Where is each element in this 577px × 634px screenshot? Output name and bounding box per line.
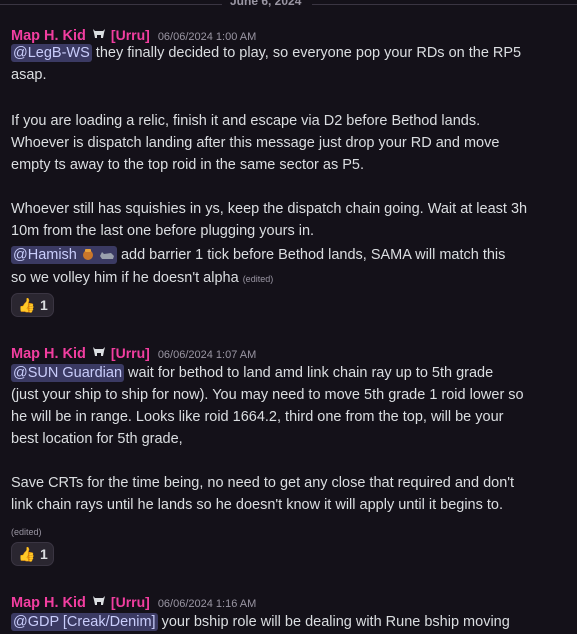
bull-icon	[91, 593, 107, 613]
message-line: (just your ship to ship for now). You ma…	[11, 387, 524, 403]
user-mention[interactable]: @Hamish	[11, 246, 117, 264]
edited-label: (edited)	[11, 527, 42, 537]
message-line: @LegB-WS they finally decided to play, s…	[11, 44, 522, 62]
reaction-thumbs-up[interactable]: 👍 1	[11, 542, 54, 566]
message-text: your bship role will be dealing with Run…	[157, 614, 510, 630]
honey-pot-icon	[81, 247, 95, 265]
bull-icon	[91, 344, 107, 364]
user-mention[interactable]: @GDP [Creak/Denim]	[11, 613, 158, 631]
timestamp: 06/06/2024 1:07 AM	[157, 349, 257, 361]
message-line: @GDP [Creak/Denim] your bship role will …	[11, 613, 510, 631]
thumbs-up-icon: 👍	[18, 297, 36, 313]
message-line: @Hamish add barrier 1 tick before Bethod…	[11, 246, 506, 265]
divider-line-left	[0, 4, 222, 5]
divider-line-right	[312, 4, 577, 5]
message-line: asap.	[11, 67, 47, 83]
message-line: If you are loading a relic, finish it an…	[11, 113, 481, 129]
message-line: he will be in range. Looks like roid 166…	[11, 409, 504, 425]
user-mention[interactable]: @LegB-WS	[11, 44, 92, 62]
reaction-count: 1	[40, 297, 48, 313]
author-name[interactable]: Map H. Kid	[11, 28, 86, 44]
message-text: wait for bethod to land amd link chain r…	[124, 365, 494, 381]
message-header: Map H. Kid [Urru] 06/06/2024 1:00 AM	[11, 25, 256, 45]
message-line: best location for 5th grade,	[11, 431, 183, 447]
message-line: Save CRTs for the time being, no need to…	[11, 475, 515, 491]
message-line: @SUN Guardian wait for bethod to land am…	[11, 364, 494, 382]
message-line: empty ts away to the top roid in the sam…	[11, 157, 365, 173]
timestamp: 06/06/2024 1:16 AM	[157, 598, 257, 610]
thumbs-up-icon: 👍	[18, 546, 36, 562]
date-divider: June 6, 2024	[0, 0, 577, 10]
message-header: Map H. Kid [Urru] 06/06/2024 1:16 AM	[11, 592, 256, 612]
bull-icon	[91, 26, 107, 46]
reaction-thumbs-up[interactable]: 👍 1	[11, 293, 54, 317]
role-tag[interactable]: [Urru]	[111, 594, 150, 610]
author-name[interactable]: Map H. Kid	[11, 595, 86, 611]
message-line: (edited)	[11, 523, 42, 539]
user-mention[interactable]: @SUN Guardian	[11, 364, 125, 382]
message-header: Map H. Kid [Urru] 06/06/2024 1:07 AM	[11, 343, 256, 363]
date-divider-label: June 6, 2024	[230, 0, 302, 8]
message-line: 10m from the last one before plugging yo…	[11, 223, 315, 239]
message-text: they finally decided to play, so everyon…	[91, 45, 522, 61]
message-text: so we volley him if he doesn't alpha	[11, 270, 239, 286]
message-text: add barrier 1 tick before Bethod lands, …	[116, 247, 506, 263]
message-line: so we volley him if he doesn't alpha (ed…	[11, 270, 273, 286]
message-line: Whoever is dispatch landing after this m…	[11, 135, 500, 151]
message-line: Whoever still has squishies in ys, keep …	[11, 201, 528, 217]
role-tag[interactable]: [Urru]	[111, 27, 150, 43]
edited-label: (edited)	[242, 274, 274, 284]
author-name[interactable]: Map H. Kid	[11, 346, 86, 362]
mention-label: @Hamish	[13, 247, 77, 263]
timestamp: 06/06/2024 1:00 AM	[157, 31, 257, 43]
role-tag[interactable]: [Urru]	[111, 345, 150, 361]
rhino-icon	[99, 249, 115, 265]
message-line: link chain rays until he lands so he doe…	[11, 497, 504, 513]
reaction-count: 1	[40, 546, 48, 562]
